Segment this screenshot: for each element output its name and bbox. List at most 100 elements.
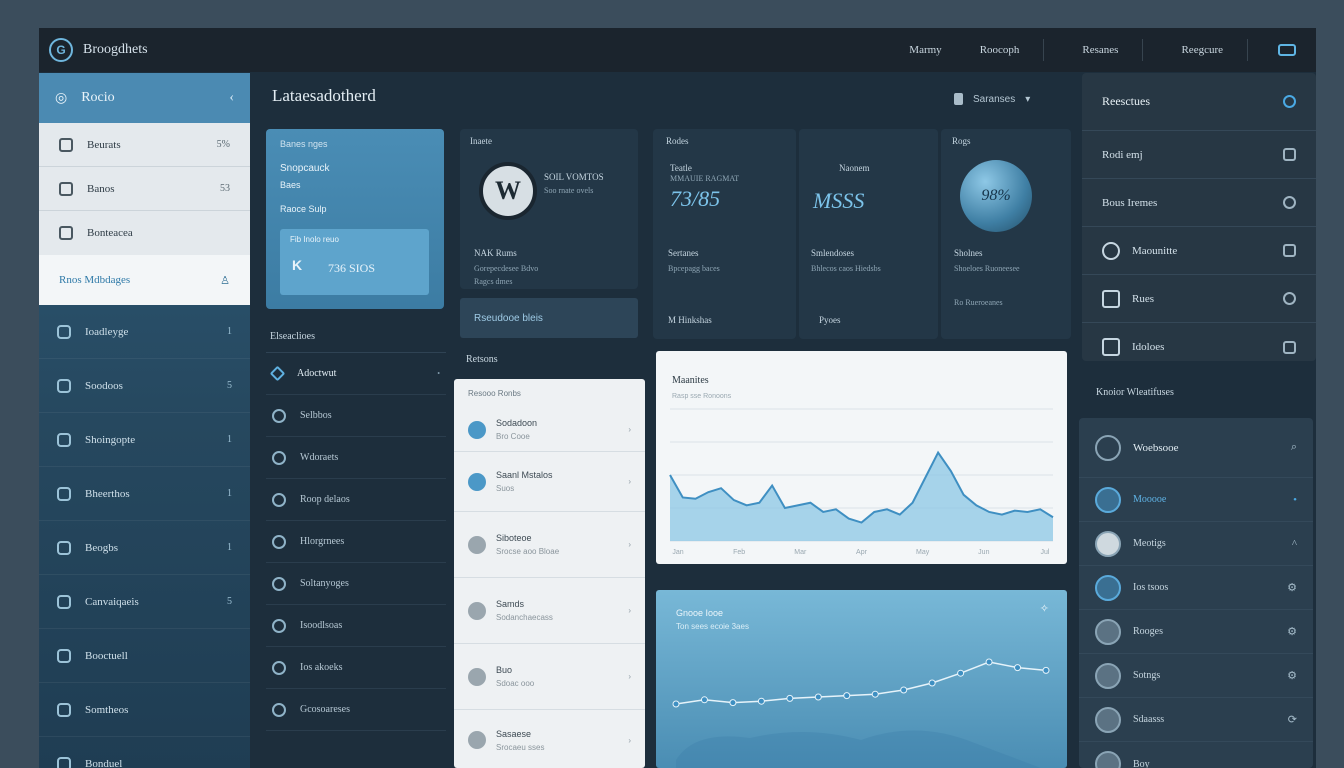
feed-item-title: Samds bbox=[496, 599, 525, 609]
stat-panel-4-field-2: Shoeloes Ruoneesee bbox=[954, 264, 1020, 273]
x-tick-label: Apr bbox=[856, 549, 868, 556]
action-button-label: Rseudooe bleis bbox=[474, 312, 543, 324]
resource-item[interactable]: Rodi emj bbox=[1082, 131, 1316, 179]
monitor-icon[interactable] bbox=[1278, 44, 1296, 56]
sidebar-item[interactable]: Booctuell bbox=[39, 629, 250, 683]
toolbar[interactable]: Saranses ▾ bbox=[954, 93, 1030, 105]
list-item[interactable]: Wdoraets bbox=[266, 437, 446, 479]
chevron-left-icon[interactable]: ‹ bbox=[229, 90, 234, 106]
settings-header[interactable]: Woebsooe ⌕ bbox=[1079, 418, 1313, 478]
sidebar-item[interactable]: Beurats 5% bbox=[39, 123, 250, 167]
list-item[interactable]: Roop delaos bbox=[266, 479, 446, 521]
feed-item[interactable]: Sodadoon Bro Cooe › bbox=[454, 408, 645, 452]
feed-item[interactable]: Buo Sdoac ooo › bbox=[454, 644, 645, 710]
nav-item-3[interactable]: Resanes bbox=[1082, 44, 1118, 56]
trend-point bbox=[700, 696, 708, 704]
settings-item[interactable]: Ios tsoos ⚙ bbox=[1079, 566, 1313, 610]
trend-point bbox=[729, 699, 737, 707]
sidebar-item[interactable]: Soodoos 5 bbox=[39, 359, 250, 413]
avatar bbox=[468, 601, 486, 620]
nav-item-4[interactable]: Reegcure bbox=[1181, 44, 1223, 56]
sidebar-item[interactable]: Bonduel bbox=[39, 737, 250, 768]
trend-point bbox=[786, 694, 794, 702]
stat-panel-1-sub: Soo rnate ovels bbox=[544, 186, 594, 195]
list-item[interactable]: Gcosoareses bbox=[266, 689, 446, 731]
sidebar-header-label: Rocio bbox=[81, 90, 115, 105]
list-item-label: Roop delaos bbox=[300, 494, 350, 505]
nav-item-1[interactable]: Marmy bbox=[909, 44, 941, 56]
sidebar-item[interactable]: Bonteacea bbox=[39, 211, 250, 255]
settings-item[interactable]: Boy bbox=[1079, 742, 1313, 768]
chevron-right-icon[interactable]: › bbox=[628, 606, 631, 615]
resources-header[interactable]: Reesctues bbox=[1082, 73, 1316, 131]
settings-item[interactable]: Mooooe • bbox=[1079, 478, 1313, 522]
sidebar-header[interactable]: ◎ Rocio ‹ bbox=[39, 73, 250, 123]
x-tick-label: Mar bbox=[794, 549, 807, 556]
feed-item[interactable]: Siboteoe Srocse aoo Bloae › bbox=[454, 512, 645, 578]
resource-label: Rodi emj bbox=[1102, 148, 1143, 161]
list-item[interactable]: Hlorgrnees bbox=[266, 521, 446, 563]
feed-item[interactable]: Sasaese Srocaeu sses › bbox=[454, 710, 645, 768]
resource-item[interactable]: Bous Iremes bbox=[1082, 179, 1316, 227]
feed-item[interactable]: Samds Sodanchaecass › bbox=[454, 578, 645, 644]
sidebar-item-active[interactable]: Rnos Mdbdages ♙ bbox=[39, 255, 250, 305]
filter-icon bbox=[1283, 148, 1296, 161]
trend-point bbox=[672, 700, 680, 708]
sidebar-item-label: Rnos Mdbdages bbox=[59, 274, 131, 286]
resource-item[interactable]: Rues bbox=[1082, 275, 1316, 323]
dot-icon: • bbox=[1293, 493, 1297, 506]
settings-item[interactable]: Sdaasss ⟳ bbox=[1079, 698, 1313, 742]
sidebar-item[interactable]: Beogbs 1 bbox=[39, 521, 250, 575]
search-icon[interactable] bbox=[1283, 95, 1296, 108]
chevron-right-icon[interactable]: › bbox=[628, 540, 631, 549]
list-item[interactable]: Isoodlsoas bbox=[266, 605, 446, 647]
chevron-right-icon[interactable]: › bbox=[628, 477, 631, 486]
trend-point bbox=[843, 692, 851, 700]
sidebar-item[interactable]: Banos 53 bbox=[39, 167, 250, 211]
sidebar-item-count: 1 bbox=[227, 542, 232, 553]
list-item[interactable]: Soltanyoges bbox=[266, 563, 446, 605]
sidebar-item[interactable]: Shoingopte 1 bbox=[39, 413, 250, 467]
circle-icon bbox=[57, 540, 71, 555]
chat-icon bbox=[57, 486, 71, 501]
stat-panel-2-value: 73/85 bbox=[670, 186, 721, 211]
feed-item-title: Sasaese bbox=[496, 728, 532, 739]
x-tick-label: Jul bbox=[1041, 549, 1050, 556]
badge-icon bbox=[1095, 662, 1121, 689]
feed-item[interactable]: Saanl Mstalos Suos › bbox=[454, 452, 645, 512]
action-button[interactable]: Rseudooe bleis bbox=[460, 298, 638, 338]
settings-item[interactable]: Sotngs ⚙ bbox=[1079, 654, 1313, 698]
chevron-right-icon[interactable]: › bbox=[628, 672, 631, 681]
sidebar: ◎ Rocio ‹ Beurats 5% Banos 53 Bonteacea … bbox=[39, 73, 250, 768]
sidebar-item[interactable]: Bheerthos 1 bbox=[39, 467, 250, 521]
sidebar-light-group: Beurats 5% Banos 53 Bonteacea bbox=[39, 123, 250, 255]
search-icon[interactable]: ⌕ bbox=[1291, 441, 1297, 454]
list-item[interactable]: Adoctwut • bbox=[266, 353, 446, 395]
stat-panel-2 bbox=[653, 129, 796, 339]
resource-label: Rues bbox=[1132, 292, 1154, 305]
settings-label: Sdaasss bbox=[1133, 714, 1165, 725]
sidebar-item-count: 1 bbox=[227, 488, 232, 499]
chevron-right-icon[interactable]: › bbox=[628, 736, 631, 745]
resource-item[interactable]: Idoloes bbox=[1082, 323, 1316, 371]
brand[interactable]: G Broogdhets bbox=[49, 38, 148, 62]
sidebar-item[interactable]: Somtheos bbox=[39, 683, 250, 737]
chevron-down-icon[interactable]: ▾ bbox=[1025, 94, 1030, 105]
sidebar-item[interactable]: Canvaiqaeis 5 bbox=[39, 575, 250, 629]
settings-item[interactable]: Meotigs ^ bbox=[1079, 522, 1313, 566]
list-item[interactable]: Selbbos bbox=[266, 395, 446, 437]
nav-item-2[interactable]: Roocoph bbox=[980, 44, 1020, 56]
list-item[interactable]: Ios akoeks bbox=[266, 647, 446, 689]
sidebar-item-label: Bheerthos bbox=[85, 487, 130, 500]
export-icon bbox=[1283, 340, 1296, 354]
sidebar-item-label: Canvaiqaeis bbox=[85, 595, 139, 608]
resource-item[interactable]: Maounitte bbox=[1082, 227, 1316, 275]
promo-card[interactable]: Banes nges Snopcauck Baes Raoce Sulp Fib… bbox=[266, 129, 444, 309]
sidebar-item[interactable]: Ioadleyge 1 bbox=[39, 305, 250, 359]
group-icon bbox=[272, 702, 286, 717]
settings-item[interactable]: Rooges ⚙ bbox=[1079, 610, 1313, 654]
chevron-right-icon[interactable]: › bbox=[628, 425, 631, 434]
list-item-label: Hlorgrnees bbox=[300, 536, 345, 547]
stat-panel-4-label: Rogs bbox=[952, 136, 971, 146]
avatar bbox=[468, 731, 486, 749]
